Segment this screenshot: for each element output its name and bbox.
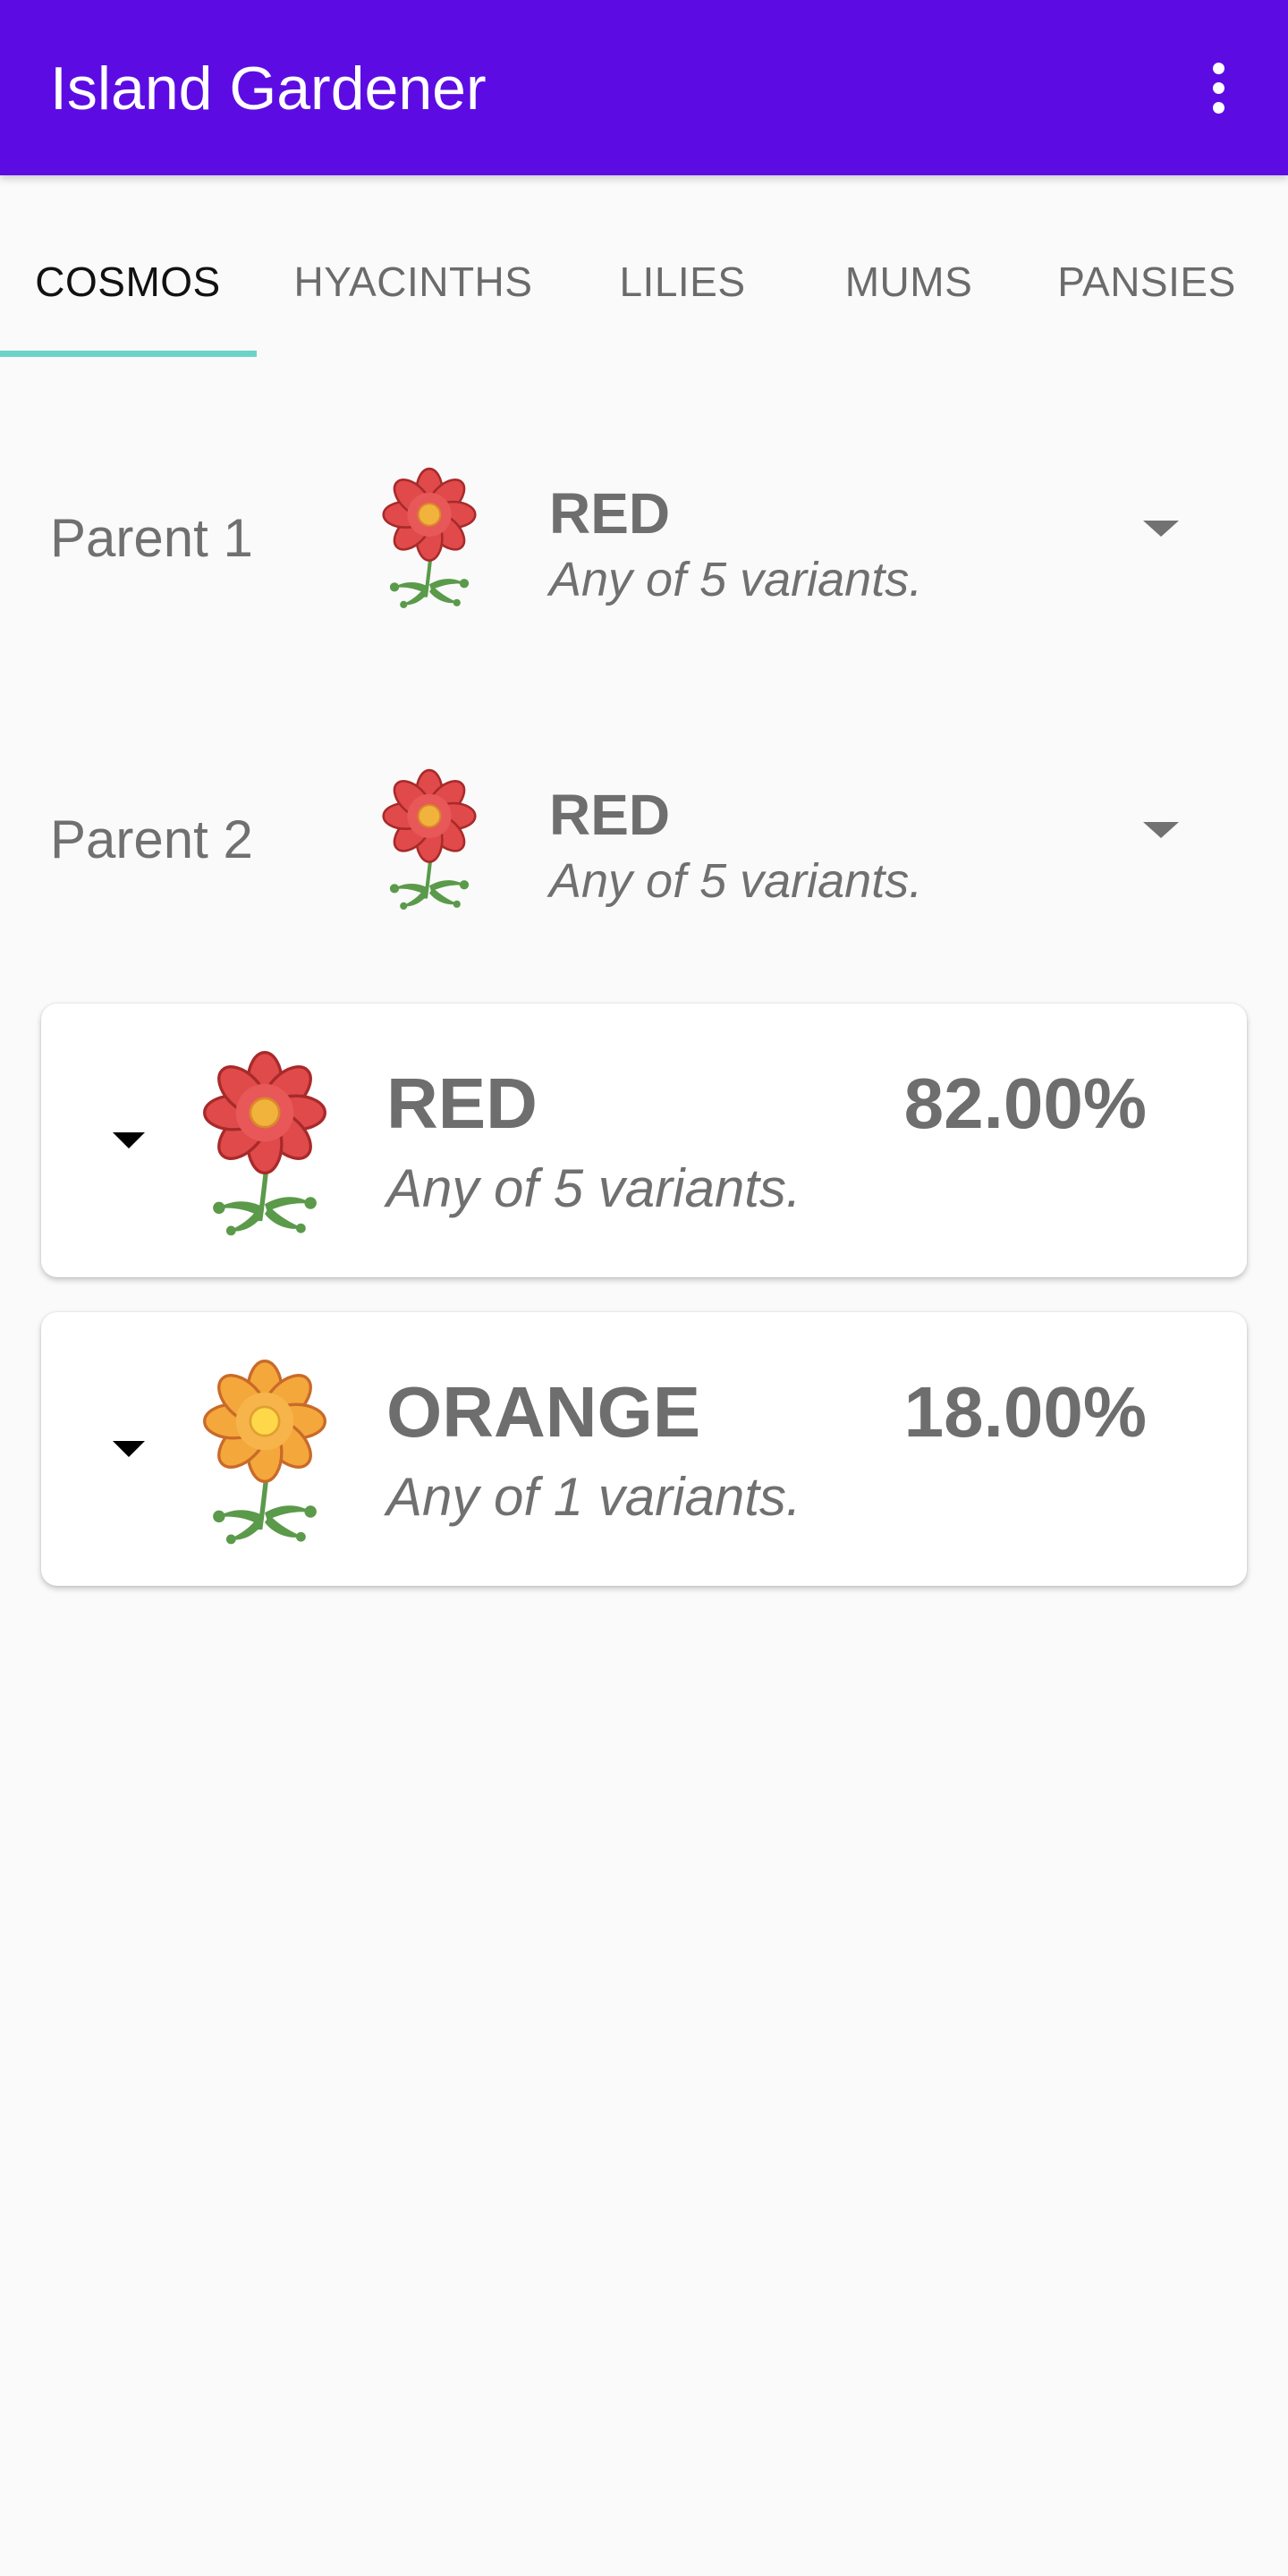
parent-variants: Any of 5 variants.: [549, 553, 923, 606]
tab-indicator: [0, 351, 257, 357]
orange-cosmos-icon: [184, 1359, 345, 1546]
result-color: RED: [386, 1063, 538, 1143]
result-variants: Any of 5 variants.: [386, 1158, 801, 1218]
tab-bar: COSMOS HYACINTHS LILIES MUMS PANSIES: [0, 175, 1288, 360]
parent-2-selector[interactable]: Parent 2 RED Any of 5 variants.: [0, 740, 1288, 936]
red-cosmos-icon: [184, 1050, 345, 1238]
dropdown-arrow-icon[interactable]: [1143, 521, 1179, 537]
app-title: Island Gardener: [50, 55, 487, 123]
result-color: ORANGE: [386, 1372, 701, 1452]
tab-mums[interactable]: MUMS: [845, 261, 973, 302]
result-variants: Any of 1 variants.: [386, 1467, 801, 1527]
tab-hyacinths[interactable]: HYACINTHS: [294, 261, 533, 302]
app-bar: Island Gardener: [0, 0, 1288, 175]
result-percent: 82.00%: [903, 1063, 1147, 1143]
tab-lilies[interactable]: LILIES: [619, 261, 745, 302]
tab-pansies[interactable]: PANSIES: [1057, 261, 1236, 302]
expand-arrow-icon[interactable]: [113, 1441, 145, 1457]
parent-color: RED: [549, 783, 671, 847]
parent-label: Parent 1: [50, 508, 253, 568]
parent-1-selector[interactable]: Parent 1 RED Any of 5 variants.: [0, 438, 1288, 635]
result-card-orange[interactable]: ORANGE Any of 1 variants. 18.00%: [41, 1312, 1247, 1586]
parent-variants: Any of 5 variants.: [549, 854, 923, 908]
more-vert-icon[interactable]: [1190, 52, 1247, 123]
parent-color: RED: [549, 481, 671, 546]
parent-label: Parent 2: [50, 809, 253, 869]
expand-arrow-icon[interactable]: [113, 1132, 145, 1148]
red-cosmos-icon: [367, 467, 492, 610]
tab-cosmos[interactable]: COSMOS: [35, 261, 220, 302]
dropdown-arrow-icon[interactable]: [1143, 822, 1179, 838]
red-cosmos-icon: [367, 768, 492, 911]
result-percent: 18.00%: [903, 1372, 1147, 1452]
result-card-red[interactable]: RED Any of 5 variants. 82.00%: [41, 1004, 1247, 1277]
